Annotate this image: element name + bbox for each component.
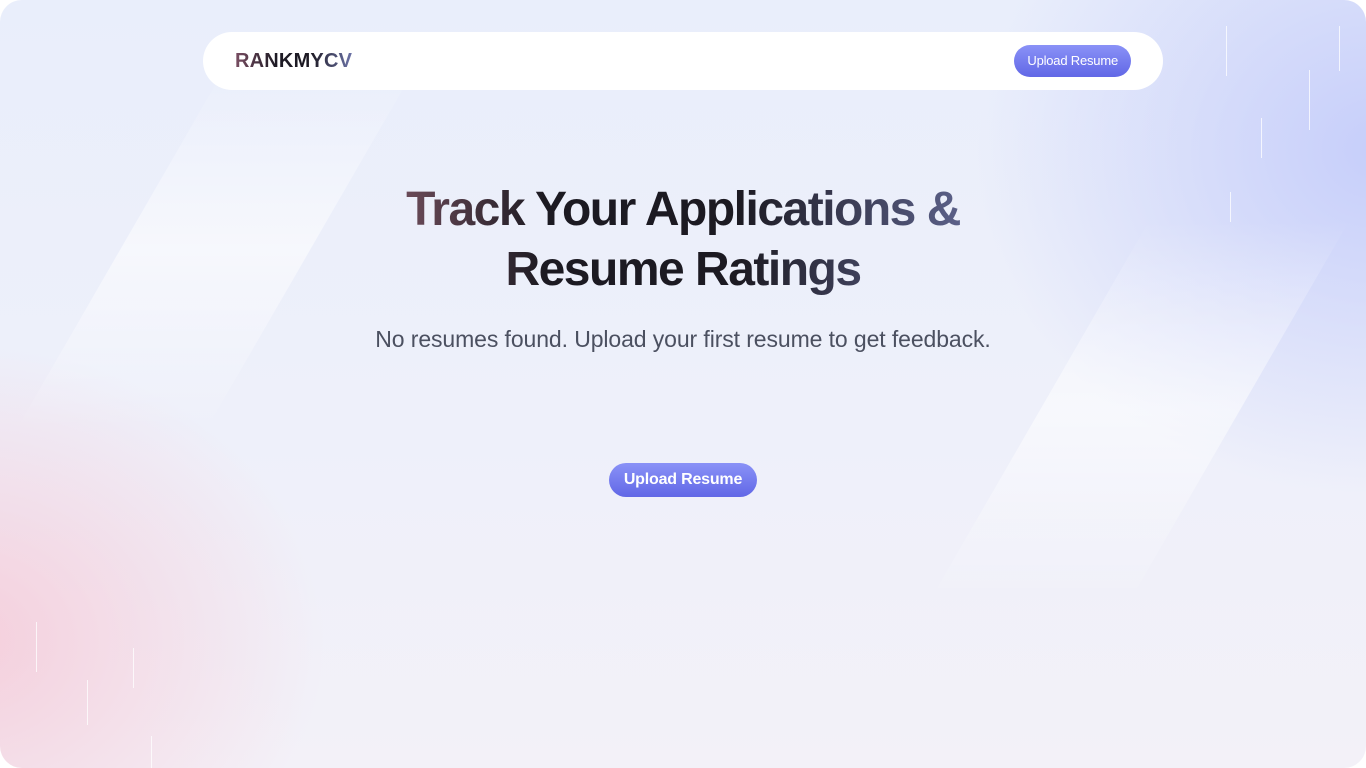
decorative-rain-line [133,648,134,688]
brand-logo[interactable]: RANKMYCV [235,50,352,73]
decorative-rain-line [1309,70,1310,130]
decorative-rain-line [1226,26,1227,76]
page-title-line-2: Resume Ratings [505,243,861,296]
page-title: Track Your Applications & Resume Ratings [406,180,960,300]
decorative-rain-line [1339,26,1340,71]
page-title-line-1: Track Your Applications & [406,183,960,236]
decorative-rain-line [1261,118,1262,158]
hero-section: Track Your Applications & Resume Ratings… [0,180,1366,354]
page-background: RANKMYCV Upload Resume Track Your Applic… [0,0,1366,768]
decorative-rain-line [151,736,152,768]
top-navbar: RANKMYCV Upload Resume [203,32,1163,90]
decorative-rain-line [87,680,88,725]
upload-resume-button[interactable]: Upload Resume [609,463,757,497]
nav-upload-resume-button[interactable]: Upload Resume [1014,45,1131,77]
decorative-rain-line [36,622,37,672]
empty-state-message: No resumes found. Upload your first resu… [375,326,991,352]
